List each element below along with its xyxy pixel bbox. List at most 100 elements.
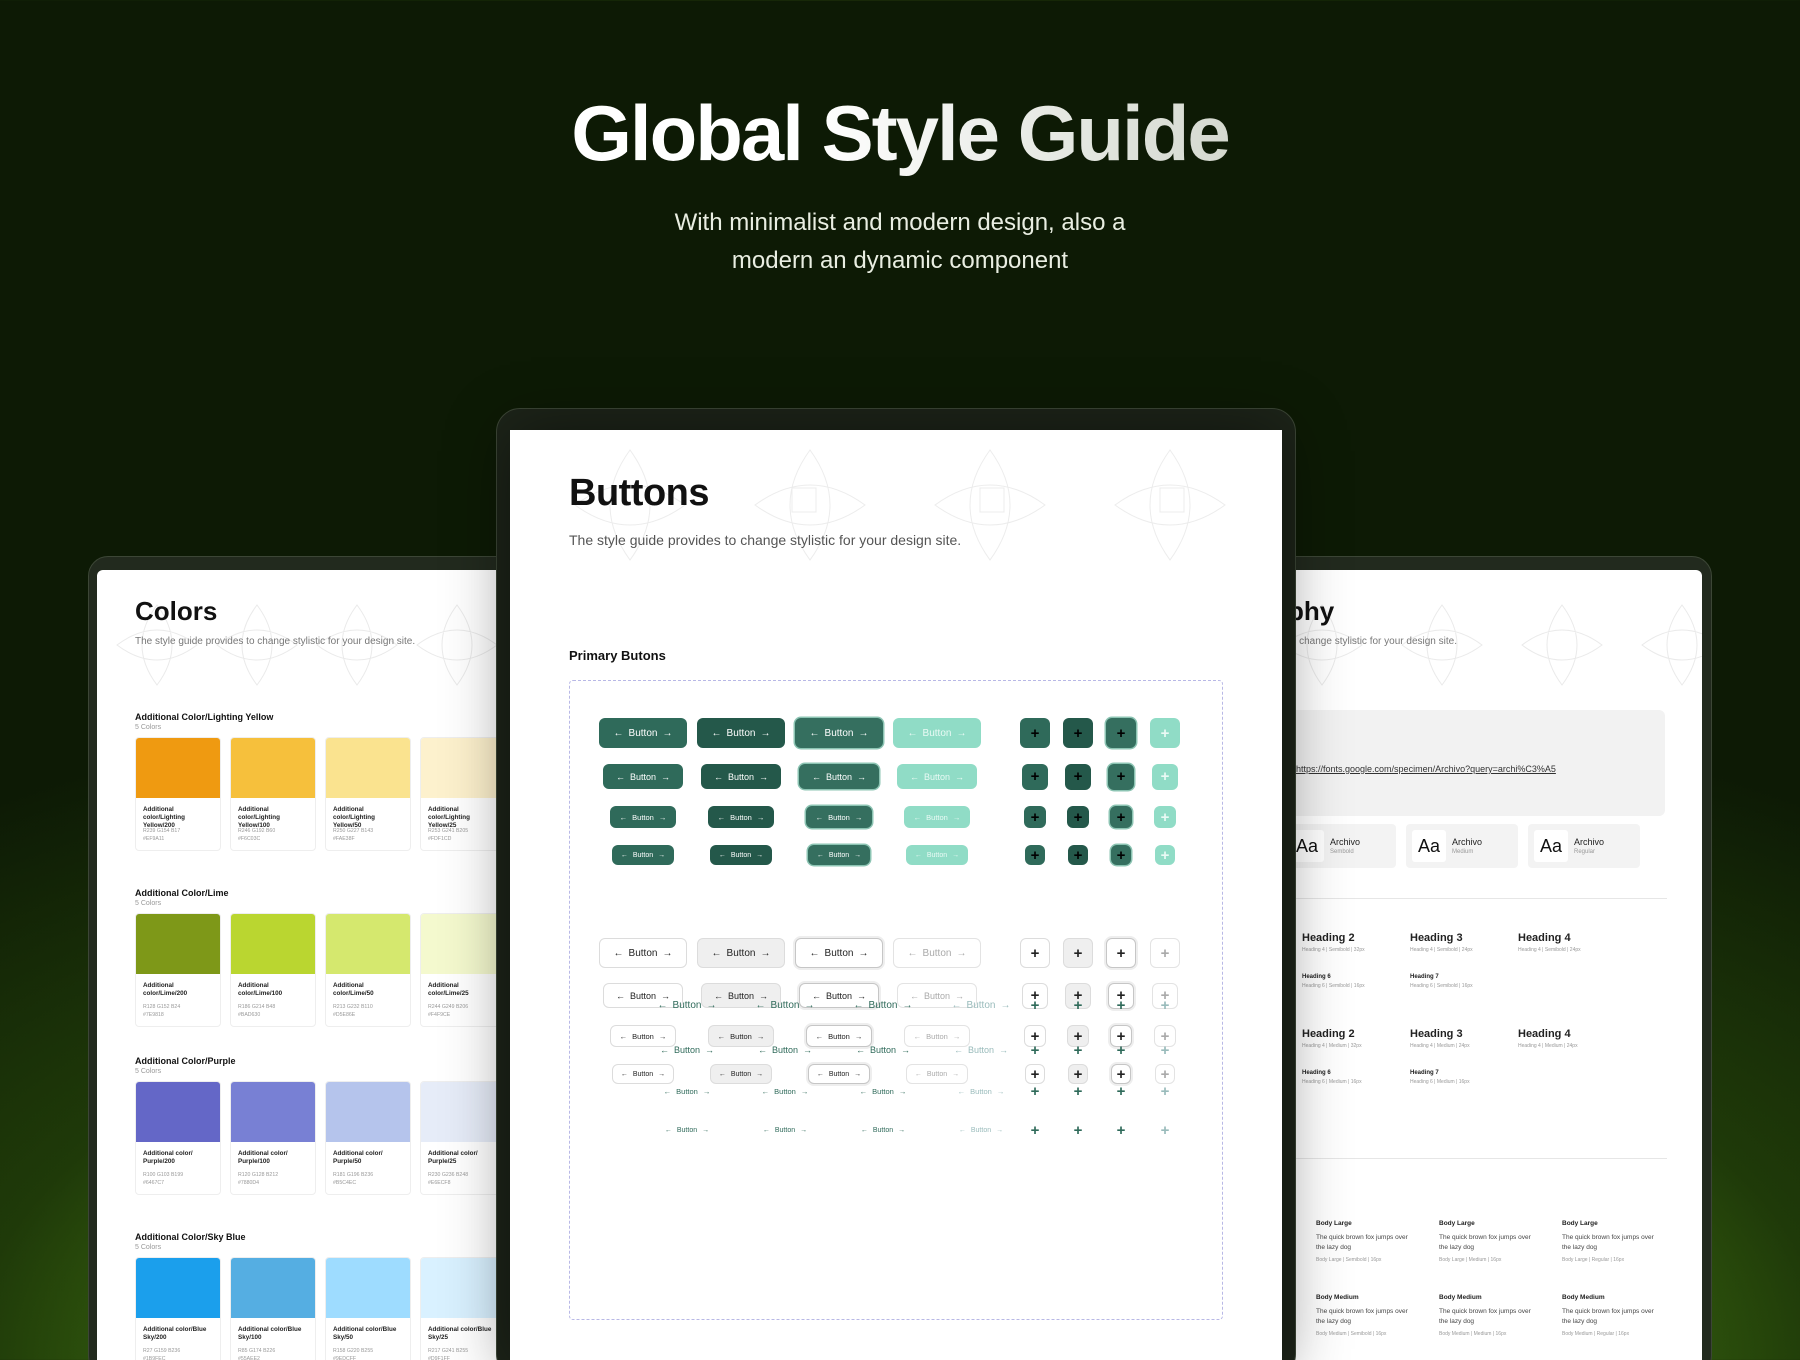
icon-button[interactable]: + (1025, 1040, 1045, 1060)
icon-button[interactable]: + (1068, 1040, 1088, 1060)
icon-button[interactable]: + (1111, 1120, 1131, 1140)
primary-button[interactable]: ← Button → (643, 1120, 731, 1140)
icon-button[interactable]: + (1025, 845, 1045, 865)
primary-button[interactable]: ← Button → (937, 1120, 1025, 1140)
icon-button[interactable]: + (1111, 845, 1131, 865)
icon-button[interactable]: + (1068, 1120, 1088, 1140)
icon-button[interactable]: + (1155, 845, 1175, 865)
icon-button[interactable]: + (1022, 763, 1048, 790)
color-swatch[interactable]: Additional color/Lighting Yellow/100 R246… (230, 737, 316, 851)
color-swatch[interactable]: Additional color/Blue Sky/100 R85 G174 B2… (230, 1257, 316, 1360)
primary-button[interactable]: ← Button → (839, 995, 927, 1015)
primary-button[interactable]: ← Button → (603, 764, 683, 789)
primary-button[interactable]: ← Button → (893, 718, 981, 748)
font-url-link[interactable]: https://fonts.google.com/specimen/Archiv… (1296, 764, 1556, 774)
primary-button[interactable]: ← Button → (708, 806, 774, 828)
primary-button[interactable]: ← Button → (741, 995, 829, 1015)
icon-button[interactable]: + (1155, 995, 1175, 1015)
icon-button[interactable]: + (1108, 763, 1134, 790)
icon-button[interactable]: + (1024, 806, 1046, 828)
primary-button[interactable]: ← Button → (697, 718, 785, 748)
primary-button[interactable]: ← Button → (839, 1081, 927, 1101)
primary-button[interactable]: ← Button → (741, 1120, 829, 1140)
primary-button[interactable]: ← Button → (839, 1120, 927, 1140)
icon-button[interactable]: + (1068, 845, 1088, 865)
icon-button[interactable]: + (1067, 806, 1089, 828)
icon-button[interactable]: + (1025, 995, 1045, 1015)
color-swatch[interactable]: Additional color/Blue Sky/200 R27 G159 B2… (135, 1257, 221, 1360)
primary-button[interactable]: ← Button → (599, 938, 687, 968)
primary-button[interactable]: ← Button → (741, 1081, 829, 1101)
primary-button[interactable]: ← Button → (643, 995, 731, 1015)
primary-button[interactable]: ← Button → (937, 995, 1025, 1015)
primary-button[interactable]: ← Button → (897, 764, 977, 789)
primary-button[interactable]: ← Button → (697, 938, 785, 968)
primary-button[interactable]: ← Button → (741, 1040, 829, 1060)
body-text: The quick brown fox jumps over the lazy … (1562, 1308, 1654, 1325)
icon-button[interactable]: + (1150, 938, 1180, 968)
color-swatch[interactable]: Additional color/Lime/100 R186 G214 B48 #B… (230, 913, 316, 1027)
color-swatch[interactable]: Additional color/Lighting Yellow/200 R239… (135, 737, 221, 851)
primary-button[interactable]: ← Button → (839, 1040, 927, 1060)
icon-button[interactable]: + (1068, 995, 1088, 1015)
color-swatch[interactable]: Additional color/ Purple/50 R181 G196 B23… (325, 1081, 411, 1195)
primary-button[interactable]: ← Button → (937, 1081, 1025, 1101)
icon-button[interactable]: + (1110, 806, 1132, 828)
icon-button[interactable]: + (1106, 938, 1136, 968)
icon-button[interactable]: + (1063, 938, 1093, 968)
primary-button[interactable]: ← Button → (906, 845, 968, 865)
color-swatch[interactable]: Additional color/ Purple/200 R100 G103 B1… (135, 1081, 221, 1195)
primary-button[interactable]: ← Button → (701, 764, 781, 789)
primary-button[interactable]: ← Button → (643, 1040, 731, 1060)
icon-button[interactable]: + (1154, 806, 1176, 828)
icon-button[interactable]: + (1063, 718, 1093, 748)
color-swatch[interactable]: Additional color/Lime/25 R244 G249 B206 #F… (420, 913, 499, 1027)
primary-button[interactable]: ← Button → (710, 845, 772, 865)
color-swatch[interactable]: Additional color/Lime/50 R213 G232 B110 #D… (325, 913, 411, 1027)
arrow-left-icon: ← (761, 1086, 770, 1096)
primary-button[interactable]: ← Button → (904, 806, 970, 828)
arrow-right-icon: → (800, 1126, 808, 1134)
color-swatch[interactable]: Additional color/ Purple/25 R230 G236 B24… (420, 1081, 499, 1195)
primary-button[interactable]: ← Button → (893, 938, 981, 968)
icon-button[interactable]: + (1155, 1120, 1175, 1140)
font-card[interactable]: Aa Archivo Regular (1528, 824, 1640, 868)
color-swatch[interactable]: Additional color/Blue Sky/50 R158 G220 B2… (325, 1257, 411, 1360)
icon-button[interactable]: + (1155, 1040, 1175, 1060)
icon-button[interactable]: + (1068, 1081, 1088, 1101)
icon-button[interactable]: + (1111, 995, 1131, 1015)
icon-button[interactable]: + (1065, 763, 1091, 790)
primary-button[interactable]: ← Button → (937, 1040, 1025, 1060)
primary-button[interactable]: ← Button → (799, 764, 879, 789)
color-swatch[interactable]: Additional color/Lighting Yellow/50 R250 … (325, 737, 411, 851)
color-swatch[interactable]: Additional color/ Purple/100 R120 G128 B2… (230, 1081, 316, 1195)
icon-button[interactable]: + (1152, 763, 1178, 790)
primary-button[interactable]: ← Button → (612, 845, 674, 865)
icon-button[interactable]: + (1020, 938, 1050, 968)
color-swatch[interactable]: Additional color/Blue Sky/25 R217 G241 B2… (420, 1257, 499, 1360)
primary-button[interactable]: ← Button → (643, 1081, 731, 1101)
button-label: Button (730, 1070, 752, 1078)
icon-button[interactable]: + (1106, 718, 1136, 748)
primary-button[interactable]: ← Button → (808, 845, 870, 865)
primary-button[interactable]: ← Button → (795, 718, 883, 748)
icon-button[interactable]: + (1150, 718, 1180, 748)
plus-icon: + (1160, 768, 1170, 785)
body-label: Body Medium (1562, 1294, 1605, 1301)
icon-button[interactable]: + (1025, 1081, 1045, 1101)
primary-button[interactable]: ← Button → (599, 718, 687, 748)
primary-button[interactable]: ← Button → (795, 938, 883, 968)
icon-button[interactable]: + (1020, 718, 1050, 748)
icon-button[interactable]: + (1155, 1081, 1175, 1101)
icon-button[interactable]: + (1111, 1081, 1131, 1101)
icon-button[interactable]: + (1111, 1040, 1131, 1060)
font-card[interactable]: Aa Archivo Medium (1406, 824, 1518, 868)
color-swatch[interactable]: Additional color/Lime/200 R128 G152 B24 #7… (135, 913, 221, 1027)
font-card[interactable]: Aa Archivo Sembold (1284, 824, 1396, 868)
color-swatch[interactable]: Additional color/Lighting Yellow/25 R253 … (420, 737, 499, 851)
icon-button[interactable]: + (1025, 1120, 1045, 1140)
primary-button[interactable]: ← Button → (610, 806, 676, 828)
primary-button[interactable]: ← Button → (806, 806, 872, 828)
heading-meta: Heading 4 | Semibold | 24px (1410, 947, 1473, 953)
font-sample: Aa (1412, 830, 1446, 862)
